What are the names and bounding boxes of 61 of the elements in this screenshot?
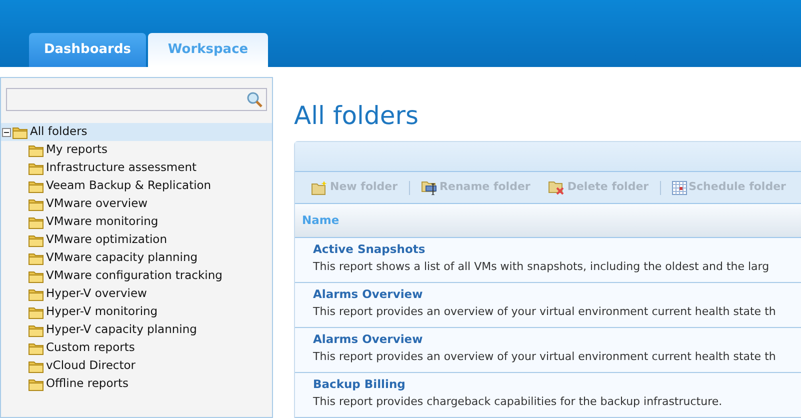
tree-label: Hyper-V capacity planning (46, 321, 197, 338)
tree-label: VMware configuration tracking (46, 267, 222, 284)
tree-label: VMware monitoring (46, 213, 158, 230)
tree-item[interactable]: VMware overview (1, 195, 272, 213)
tree-label: All folders (30, 123, 88, 140)
new-folder-icon (311, 180, 328, 194)
tree-label: My reports (46, 141, 108, 158)
folder-icon (28, 270, 44, 282)
tree-label: VMware overview (46, 195, 148, 212)
folder-icon (28, 252, 44, 264)
tree-item[interactable]: vCloud Director (1, 357, 272, 375)
report-description: This report shows a list of all VMs with snapshots, including the oldest and the larg (313, 259, 770, 275)
tree-item[interactable]: Hyper-V monitoring (1, 303, 272, 321)
report-name[interactable]: Alarms Overview (313, 286, 423, 303)
report-name[interactable]: Alarms Overview (313, 331, 423, 348)
rename-folder-icon (420, 180, 438, 195)
folder-icon (28, 180, 44, 192)
tree-label: VMware capacity planning (46, 249, 198, 266)
folder-icon (28, 216, 44, 228)
tree-item[interactable]: All folders (1, 123, 272, 141)
collapse-icon[interactable] (2, 128, 11, 136)
tree-item[interactable]: VMware optimization (1, 231, 272, 249)
tree-label: Hyper-V monitoring (46, 303, 158, 320)
folder-icon (28, 342, 44, 354)
tree-item[interactable]: My reports (1, 141, 272, 159)
report-description: This report provides an overview of your virtual environment current health state th (313, 304, 776, 320)
folder-icon (28, 198, 44, 210)
folder-icon (28, 144, 44, 156)
search-field[interactable] (6, 88, 267, 111)
folder-icon (28, 378, 44, 390)
folder-icon (28, 306, 44, 318)
tree-label: Hyper-V overview (46, 285, 147, 302)
delete-folder-icon (548, 180, 566, 195)
tree-label: Infrastructure assessment (46, 159, 197, 176)
tree-item[interactable]: Offline reports (1, 375, 272, 393)
report-name[interactable]: Backup Billing (313, 376, 406, 393)
folder-icon (12, 126, 28, 138)
page-title: All folders (294, 100, 419, 132)
tree-item[interactable]: VMware monitoring (1, 213, 272, 231)
tree-item[interactable]: Infrastructure assessment (1, 159, 272, 177)
tree-label: Offline reports (46, 375, 128, 392)
report-description: This report provides chargeback capabilities for the backup infrastructure. (313, 394, 722, 410)
tree-item[interactable]: Hyper-V capacity planning (1, 321, 272, 339)
search-icon[interactable] (246, 91, 263, 108)
tree-label: Veeam Backup & Replication (46, 177, 212, 194)
tree-item[interactable]: VMware configuration tracking (1, 267, 272, 285)
folder-icon (28, 324, 44, 336)
folder-icon (28, 360, 44, 372)
tree-item[interactable]: Hyper-V overview (1, 285, 272, 303)
folder-icon (28, 234, 44, 246)
report-description: This report provides an overview of your virtual environment current health state th (313, 349, 776, 365)
tree-label: vCloud Director (46, 357, 136, 374)
calendar-icon (672, 180, 687, 194)
folder-icon (28, 288, 44, 300)
tree-item[interactable]: Veeam Backup & Replication (1, 177, 272, 195)
tree-label: Custom reports (46, 339, 135, 356)
tree-item[interactable]: VMware capacity planning (1, 249, 272, 267)
folder-icon (28, 162, 44, 174)
report-name[interactable]: Active Snapshots (313, 241, 426, 258)
tree-item[interactable]: Custom reports (1, 339, 272, 357)
tree-label: VMware optimization (46, 231, 167, 248)
